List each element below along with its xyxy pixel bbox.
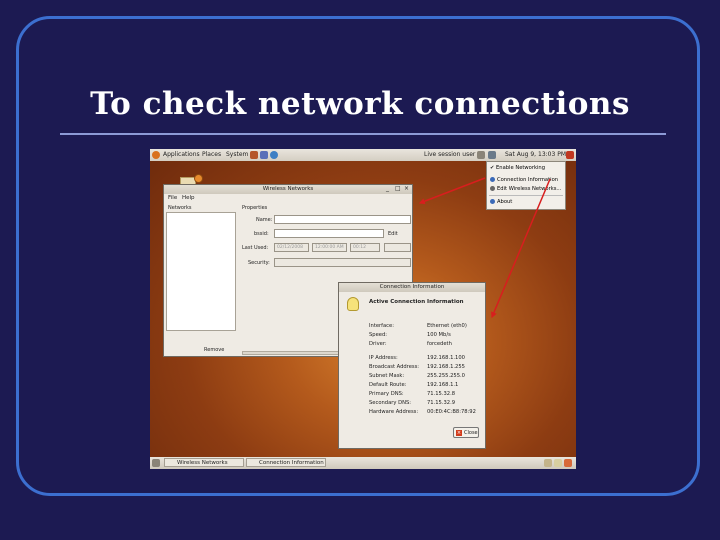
annotation-arrows <box>418 177 551 319</box>
title-divider <box>60 133 666 135</box>
slide-title: To check network connections <box>90 86 630 122</box>
arrow-to-wireless-window <box>418 177 486 205</box>
arrow-to-connection-dialog <box>491 178 551 319</box>
desktop-screenshot: Applications Places System Live session … <box>150 149 576 469</box>
